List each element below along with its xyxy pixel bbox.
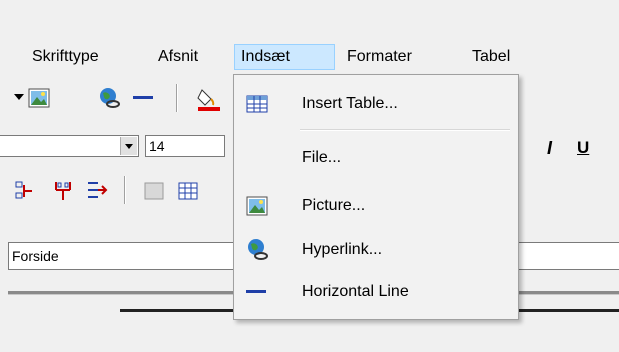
chevron-down-icon[interactable] <box>14 94 24 100</box>
menu-item-horizontal-line[interactable]: Horizontal Line <box>236 275 516 309</box>
fill-color-icon[interactable] <box>196 86 222 116</box>
menu-separator <box>300 129 510 131</box>
cell-shading-icon[interactable] <box>144 182 164 204</box>
insert-menu-dropdown: Insert Table... File... Picture... Hyper… <box>233 74 519 320</box>
menu-item-label: Insert Table... <box>302 95 398 112</box>
merge-cells-icon[interactable] <box>14 180 34 206</box>
hyperlink-globe-icon[interactable] <box>98 87 122 113</box>
menu-item-hyperlink[interactable]: Hyperlink... <box>236 233 516 267</box>
toolbar-separator <box>176 84 178 112</box>
menu-item-label: Hyperlink... <box>302 241 383 258</box>
hyperlink-globe-icon <box>246 238 268 260</box>
toolbar-separator <box>124 176 126 204</box>
italic-icon[interactable]: I <box>547 138 552 159</box>
table-grid-icon[interactable] <box>178 182 198 204</box>
split-cells-icon[interactable] <box>52 180 74 206</box>
horizontal-line-icon <box>246 290 266 293</box>
font-size-combo[interactable]: 14 <box>145 135 225 157</box>
picture-icon <box>246 196 268 216</box>
menu-item-label: File... <box>302 149 342 166</box>
menu-item-label: Horizontal Line <box>302 283 409 300</box>
underline-icon[interactable]: U <box>577 138 589 158</box>
page-name-value: Forside <box>12 248 59 264</box>
page-name-field[interactable]: Forside <box>8 242 248 270</box>
menu-item-insert-table[interactable]: Insert Table... <box>236 87 516 121</box>
chevron-down-icon[interactable] <box>120 137 137 155</box>
font-name-combo[interactable] <box>0 135 139 157</box>
table-icon <box>246 94 268 114</box>
secondary-field[interactable] <box>519 242 619 270</box>
menu-item-picture[interactable]: Picture... <box>236 189 516 223</box>
menu-formater[interactable]: Formater <box>341 44 418 70</box>
menu-tabel[interactable]: Tabel <box>466 44 516 70</box>
font-size-value: 14 <box>149 138 165 154</box>
horizontal-line-icon[interactable] <box>133 96 153 99</box>
menu-bar: Skrifttype Afsnit Indsæt Formater Tabel <box>0 40 619 74</box>
menu-item-file[interactable]: File... <box>236 141 516 175</box>
menu-skrifttype[interactable]: Skrifttype <box>26 44 105 70</box>
menu-afsnit[interactable]: Afsnit <box>152 44 204 70</box>
insert-column-arrow-icon[interactable] <box>86 180 108 206</box>
menu-indsaet[interactable]: Indsæt <box>234 44 335 70</box>
menu-item-label: Picture... <box>302 197 366 214</box>
picture-icon[interactable] <box>28 88 50 112</box>
